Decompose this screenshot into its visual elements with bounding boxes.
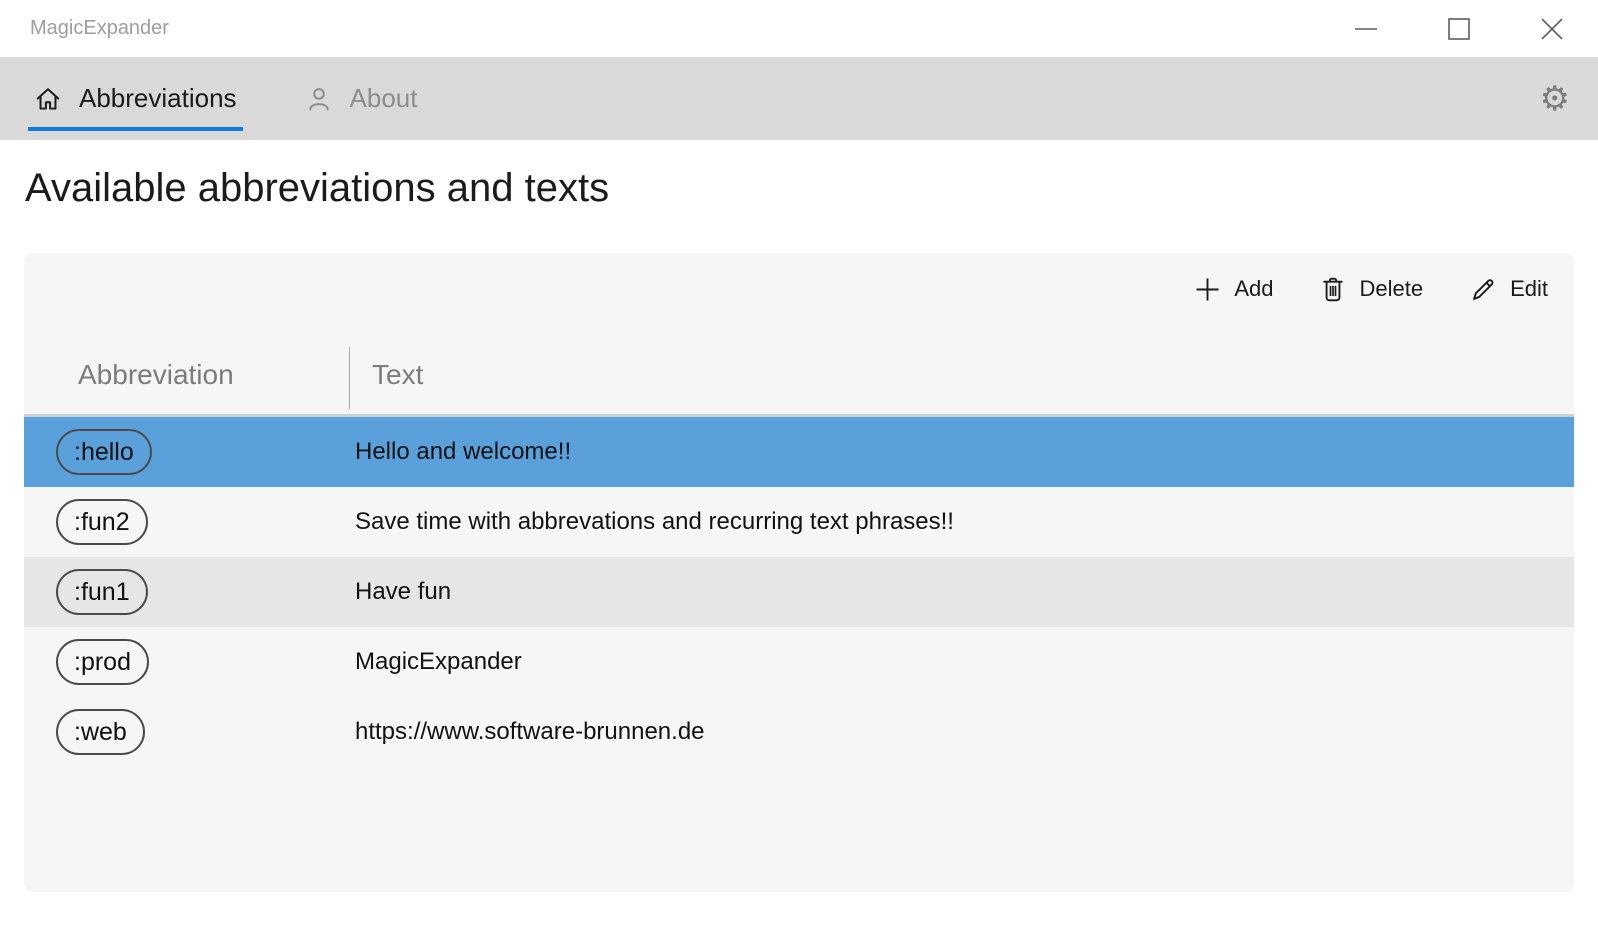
abbreviation-pill: :fun1 — [56, 569, 148, 615]
column-divider — [349, 347, 350, 409]
table-row[interactable]: :hello Hello and welcome!! — [24, 417, 1574, 487]
table-row[interactable]: :prod MagicExpander — [24, 627, 1574, 697]
add-button[interactable]: Add — [1194, 269, 1273, 309]
table-rows: :hello Hello and welcome!! :fun2 Save ti… — [24, 417, 1574, 767]
tab-label: About — [349, 83, 418, 113]
table-header: Abbreviation Text — [24, 345, 1574, 417]
window-controls — [1319, 0, 1598, 57]
add-button-label: Add — [1234, 276, 1274, 301]
tab-about[interactable]: About — [299, 57, 424, 140]
trash-icon — [1323, 277, 1344, 301]
app-window: MagicExpander Abbreviations About ⚙ Avai… — [0, 0, 1598, 892]
settings-button[interactable]: ⚙ — [1540, 82, 1570, 116]
column-header-text: Text — [372, 359, 424, 390]
window-title: MagicExpander — [30, 17, 169, 39]
column-header-abbreviation: Abbreviation — [78, 359, 234, 390]
table-row[interactable]: :fun2 Save time with abbrevations and re… — [24, 487, 1574, 557]
tab-label: Abbreviations — [79, 83, 237, 113]
maximize-button[interactable] — [1412, 0, 1505, 57]
page-title: Available abbreviations and texts — [25, 165, 610, 210]
titlebar: MagicExpander — [0, 0, 1598, 57]
maximize-icon — [1447, 17, 1470, 40]
row-text: https://www.software-brunnen.de — [355, 718, 705, 745]
delete-button[interactable]: Delete — [1320, 269, 1423, 309]
row-text: Save time with abbrevations and recurrin… — [355, 508, 954, 535]
row-text: MagicExpander — [355, 648, 522, 675]
table-row[interactable]: :fun1 Have fun — [24, 557, 1574, 627]
close-icon — [1540, 17, 1563, 40]
person-icon — [308, 87, 329, 110]
abbreviation-pill: :fun2 — [56, 499, 148, 545]
gear-icon: ⚙ — [1539, 79, 1570, 118]
abbreviation-pill: :hello — [56, 429, 152, 475]
row-text: Hello and welcome!! — [355, 438, 572, 465]
tab-abbreviations[interactable]: Abbreviations — [28, 57, 243, 140]
plus-icon — [1196, 278, 1219, 300]
edit-button[interactable]: Edit — [1470, 269, 1548, 309]
table-row[interactable]: :web https://www.software-brunnen.de — [24, 697, 1574, 767]
edit-button-label: Edit — [1510, 276, 1548, 301]
home-icon — [36, 87, 60, 110]
minimize-button[interactable] — [1319, 0, 1412, 57]
abbreviation-pill: :web — [56, 709, 145, 755]
delete-button-label: Delete — [1359, 276, 1424, 301]
pencil-icon — [1473, 278, 1494, 300]
tab-bar: Abbreviations About ⚙ — [0, 57, 1598, 140]
close-button[interactable] — [1505, 0, 1598, 57]
abbreviations-panel: Add Delete Edit Abbreviation Text:hello… — [24, 253, 1574, 892]
minimize-icon — [1354, 27, 1377, 30]
toolbar: Add Delete Edit — [1194, 269, 1548, 309]
abbreviation-pill: :prod — [56, 639, 149, 685]
row-text: Have fun — [355, 578, 452, 605]
